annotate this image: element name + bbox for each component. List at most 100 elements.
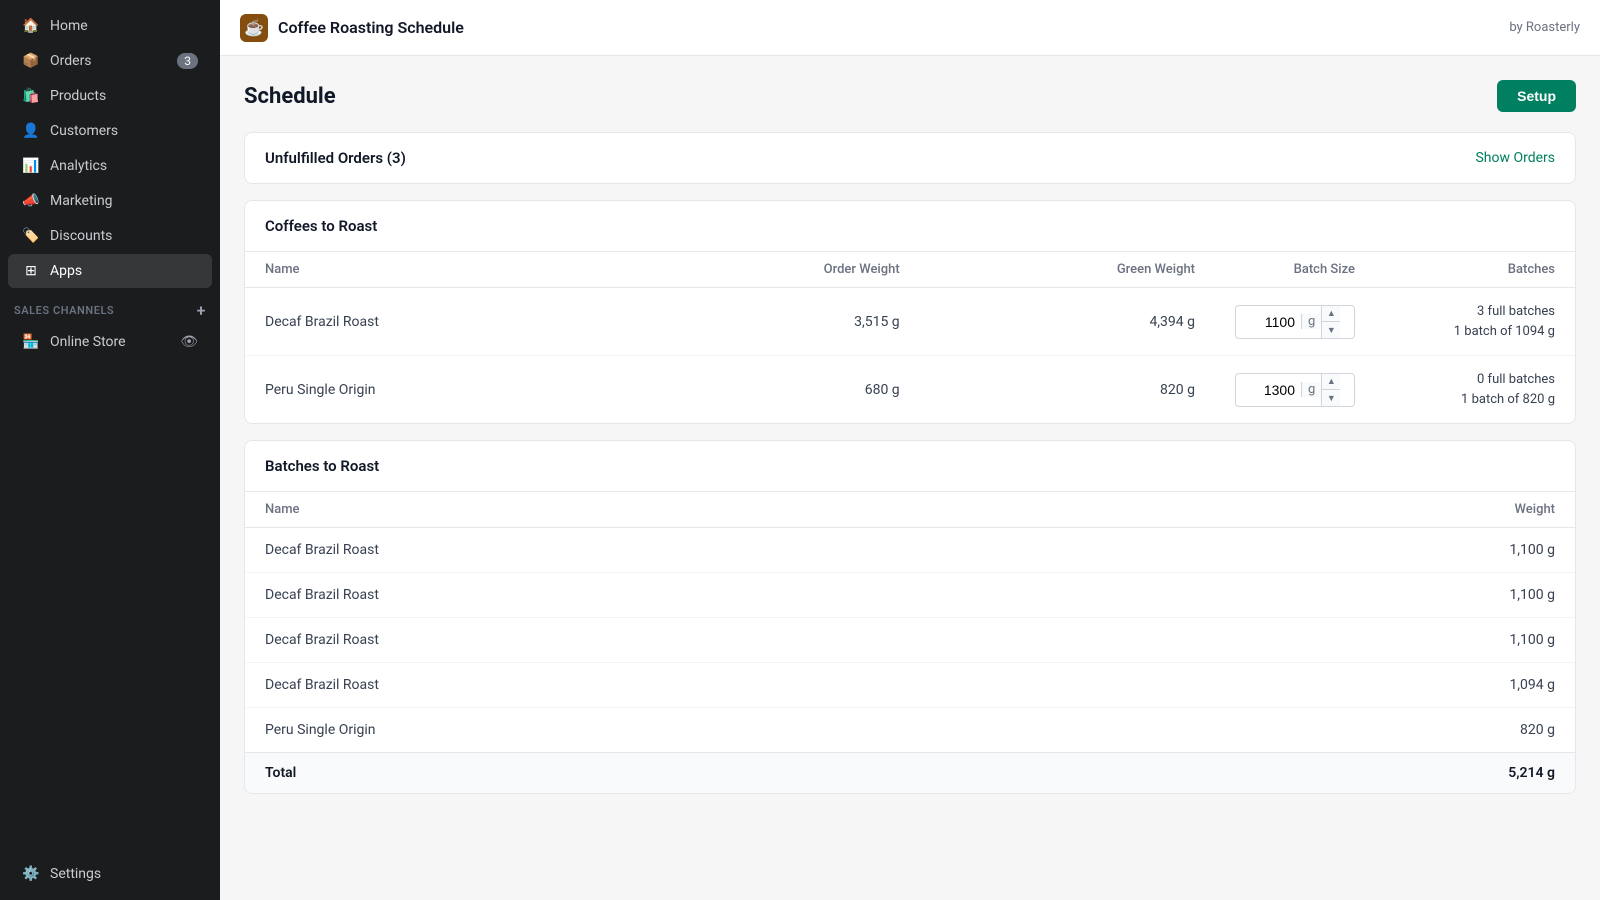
batches-to-roast-table-container: Name Weight Decaf Brazil Roast 1,100 g D… xyxy=(245,491,1575,793)
coffee-green-weight-0: 4,394 g xyxy=(920,288,1215,356)
sidebar-item-products[interactable]: 🛍️ Products xyxy=(8,79,212,113)
sidebar-item-analytics[interactable]: 📊 Analytics xyxy=(8,149,212,183)
coffees-to-roast-table: Name Order Weight Green Weight Batch Siz… xyxy=(245,251,1575,423)
table-row: Decaf Brazil Roast 1,100 g xyxy=(245,573,1575,618)
coffee-name-1: Peru Single Origin xyxy=(245,356,630,424)
sidebar-label-home: Home xyxy=(50,18,198,34)
coffees-to-roast-header: Coffees to Roast xyxy=(245,201,1575,251)
sidebar-item-customers[interactable]: 👤 Customers xyxy=(8,114,212,148)
table-row: Decaf Brazil Roast 3,515 g 4,394 g g ▲ ▼… xyxy=(245,288,1575,356)
coffee-batch-size-cell-0: g ▲ ▼ xyxy=(1215,288,1375,356)
add-channel-icon[interactable]: + xyxy=(197,301,206,320)
total-value: 5,214 g xyxy=(1096,753,1575,794)
analytics-icon: 📊 xyxy=(22,157,40,175)
discounts-icon: 🏷️ xyxy=(22,227,40,245)
table-row: Decaf Brazil Roast 1,094 g xyxy=(245,663,1575,708)
show-orders-link[interactable]: Show Orders xyxy=(1475,150,1555,166)
app-by: by Roasterly xyxy=(1509,20,1580,35)
home-icon: 🏠 xyxy=(22,17,40,35)
sidebar-item-discounts[interactable]: 🏷️ Discounts xyxy=(8,219,212,253)
orders-icon: 📦 xyxy=(22,52,40,70)
batches-col-weight: Weight xyxy=(1096,492,1575,528)
batch-size-input-0[interactable]: g ▲ ▼ xyxy=(1235,305,1355,339)
online-store-visibility-icon[interactable]: 👁 xyxy=(180,334,198,350)
batches-col-name: Name xyxy=(245,492,1096,528)
batches-to-roast-table: Name Weight Decaf Brazil Roast 1,100 g D… xyxy=(245,491,1575,793)
batches-to-roast-card: Batches to Roast Name Weight Decaf Brazi… xyxy=(244,440,1576,794)
unfulfilled-orders-title: Unfulfilled Orders (3) xyxy=(265,149,406,167)
table-row: Peru Single Origin 680 g 820 g g ▲ ▼ 0 f… xyxy=(245,356,1575,424)
batch-size-input-1[interactable]: g ▲ ▼ xyxy=(1235,373,1355,407)
coffees-to-roast-table-container: Name Order Weight Green Weight Batch Siz… xyxy=(245,251,1575,423)
sidebar-label-settings: Settings xyxy=(50,866,198,882)
sidebar-label-discounts: Discounts xyxy=(50,228,198,244)
app-title: Coffee Roasting Schedule xyxy=(278,18,1499,37)
col-order-weight: Order Weight xyxy=(630,252,920,288)
table-row: Peru Single Origin 820 g xyxy=(245,708,1575,753)
batch-size-field-1[interactable] xyxy=(1236,378,1301,402)
batch-size-field-0[interactable] xyxy=(1236,310,1301,334)
products-icon: 🛍️ xyxy=(22,87,40,105)
coffee-order-weight-0: 3,515 g xyxy=(630,288,920,356)
batches-to-roast-header: Batches to Roast xyxy=(245,441,1575,491)
batch-size-down-1[interactable]: ▼ xyxy=(1322,390,1340,406)
page-title: Schedule xyxy=(244,84,336,109)
sidebar-label-marketing: Marketing xyxy=(50,193,198,209)
settings-icon: ⚙️ xyxy=(22,865,40,883)
sidebar-label-apps: Apps xyxy=(50,263,198,279)
col-green-weight: Green Weight xyxy=(920,252,1215,288)
coffee-batches-0: 3 full batches 1 batch of 1094 g xyxy=(1375,288,1575,356)
coffee-batches-1: 0 full batches 1 batch of 820 g xyxy=(1375,356,1575,424)
sidebar-item-orders[interactable]: 📦 Orders 3 xyxy=(8,44,212,78)
content-area: Schedule Setup Unfulfilled Orders (3) Sh… xyxy=(220,56,1600,900)
sidebar-item-online-store[interactable]: 🏪 Online Store 👁 xyxy=(8,325,212,359)
coffee-batch-size-cell-1: g ▲ ▼ xyxy=(1215,356,1375,424)
total-label: Total xyxy=(245,753,1096,794)
batches-line1-1: 0 full batches xyxy=(1395,370,1555,390)
table-row: Decaf Brazil Roast 1,100 g xyxy=(245,618,1575,663)
page-header: Schedule Setup xyxy=(244,80,1576,112)
coffee-name-0: Decaf Brazil Roast xyxy=(245,288,630,356)
batch-name-3: Decaf Brazil Roast xyxy=(245,663,1096,708)
batch-size-up-1[interactable]: ▲ xyxy=(1322,374,1340,390)
setup-button[interactable]: Setup xyxy=(1497,80,1576,112)
online-store-icon: 🏪 xyxy=(22,333,40,351)
coffees-to-roast-card: Coffees to Roast Name Order Weight Green… xyxy=(244,200,1576,424)
sales-channels-label: SALES CHANNELS + xyxy=(0,289,220,324)
app-icon: ☕ xyxy=(240,14,268,42)
sidebar-label-orders: Orders xyxy=(50,53,167,69)
batches-line2-1: 1 batch of 820 g xyxy=(1395,390,1555,410)
coffees-to-roast-title: Coffees to Roast xyxy=(265,217,377,235)
sidebar-item-home[interactable]: 🏠 Home xyxy=(8,9,212,43)
customers-icon: 👤 xyxy=(22,122,40,140)
batch-weight-0: 1,100 g xyxy=(1096,528,1575,573)
unfulfilled-orders-header: Unfulfilled Orders (3) Show Orders xyxy=(245,133,1575,183)
sidebar-item-marketing[interactable]: 📣 Marketing xyxy=(8,184,212,218)
sidebar-label-online-store: Online Store xyxy=(50,334,170,350)
coffee-order-weight-1: 680 g xyxy=(630,356,920,424)
batch-size-unit-1: g xyxy=(1301,382,1321,397)
topbar: ☕ Coffee Roasting Schedule by Roasterly xyxy=(220,0,1600,56)
apps-icon: ⊞ xyxy=(22,262,40,280)
col-batch-size: Batch Size xyxy=(1215,252,1375,288)
marketing-icon: 📣 xyxy=(22,192,40,210)
sidebar-label-analytics: Analytics xyxy=(50,158,198,174)
batch-size-down-0[interactable]: ▼ xyxy=(1322,322,1340,338)
unfulfilled-orders-card: Unfulfilled Orders (3) Show Orders xyxy=(244,132,1576,184)
col-batches: Batches xyxy=(1375,252,1575,288)
batch-weight-2: 1,100 g xyxy=(1096,618,1575,663)
sidebar-item-apps[interactable]: ⊞ Apps xyxy=(8,254,212,288)
main-content: ☕ Coffee Roasting Schedule by Roasterly … xyxy=(220,0,1600,900)
batches-line1-0: 3 full batches xyxy=(1395,302,1555,322)
badge-orders: 3 xyxy=(177,53,198,69)
sidebar-label-products: Products xyxy=(50,88,198,104)
batch-weight-3: 1,094 g xyxy=(1096,663,1575,708)
batch-name-2: Decaf Brazil Roast xyxy=(245,618,1096,663)
batches-line2-0: 1 batch of 1094 g xyxy=(1395,322,1555,342)
batch-name-0: Decaf Brazil Roast xyxy=(245,528,1096,573)
batch-size-up-0[interactable]: ▲ xyxy=(1322,306,1340,322)
batches-to-roast-title: Batches to Roast xyxy=(265,457,379,475)
sidebar-item-settings[interactable]: ⚙️ Settings xyxy=(8,857,212,891)
col-name: Name xyxy=(245,252,630,288)
batch-size-spinner-0: ▲ ▼ xyxy=(1321,306,1340,338)
